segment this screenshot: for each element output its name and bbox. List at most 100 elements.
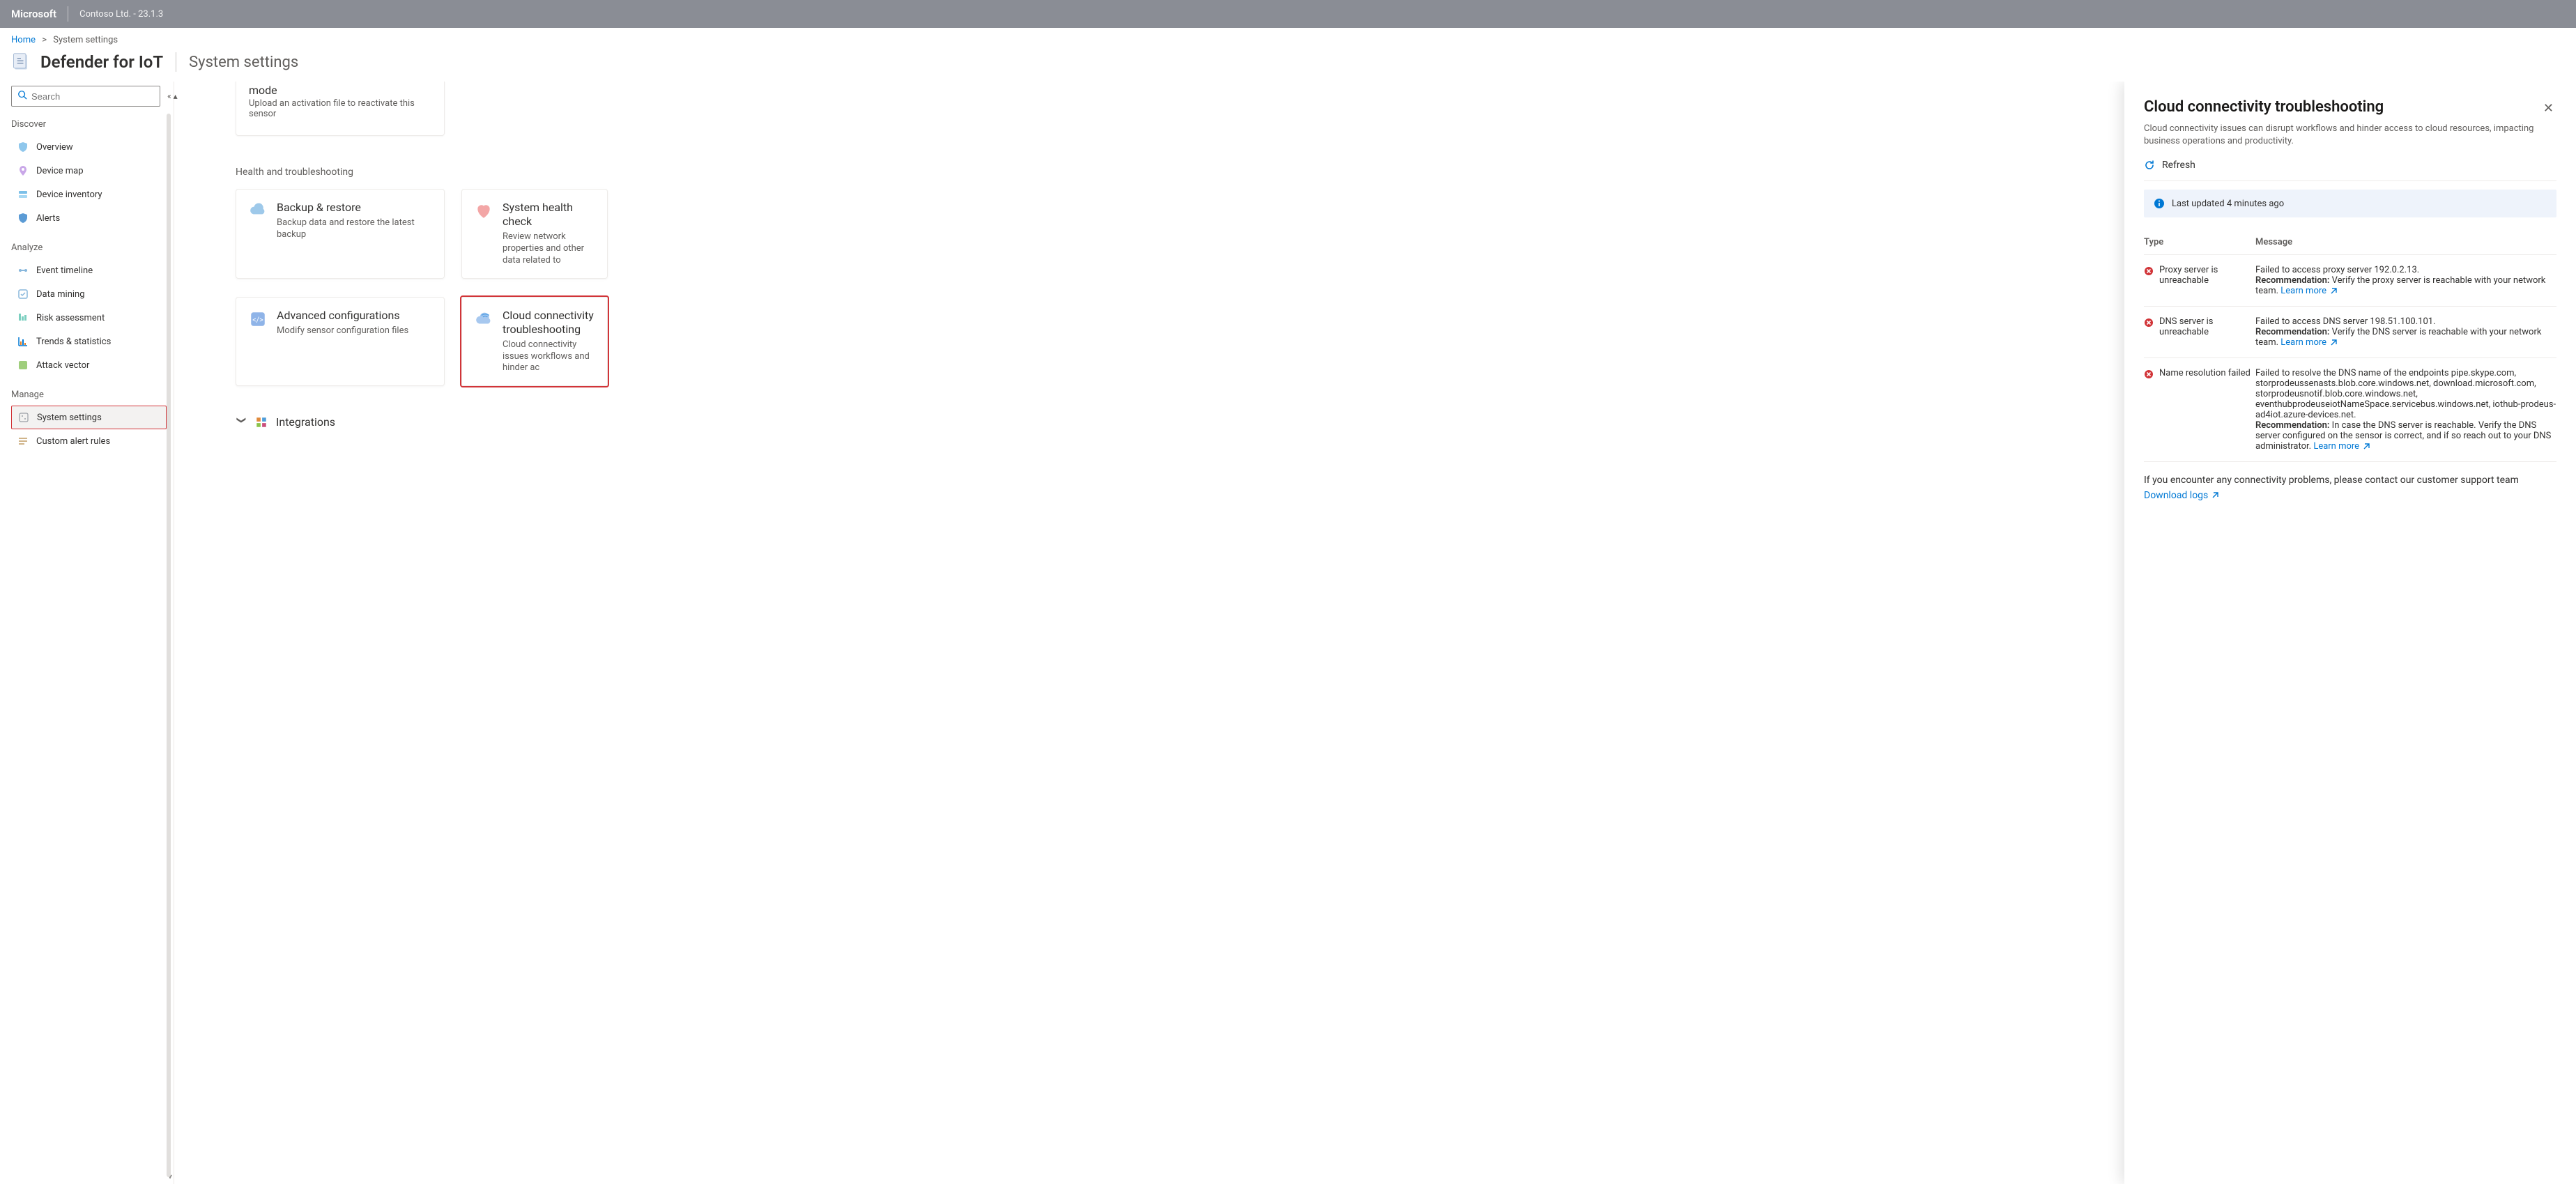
shield-alert-icon: [17, 212, 29, 224]
nav-system-settings[interactable]: System settings: [11, 406, 167, 429]
side-panel: Cloud connectivity troubleshooting ✕ Clo…: [2124, 82, 2576, 1184]
learn-more-link[interactable]: Learn more: [2280, 337, 2338, 348]
info-icon: [2154, 198, 2165, 209]
table-row: Name resolution failed Failed to resolve…: [2144, 358, 2556, 462]
breadcrumb: Home > System settings: [0, 28, 2576, 48]
refresh-label: Refresh: [2162, 160, 2195, 171]
last-updated-banner: Last updated 4 minutes ago: [2144, 190, 2556, 217]
row-type: Name resolution failed: [2159, 368, 2251, 378]
breadcrumb-current: System settings: [53, 35, 118, 45]
row-type: Proxy server is unreachable: [2159, 265, 2255, 286]
card-advanced-configurations[interactable]: </> Advanced configurations Modify senso…: [236, 297, 445, 387]
row-message: Failed to resolve the DNS name of the en…: [2255, 368, 2556, 420]
nav-section-analyze: Analyze: [11, 243, 167, 253]
nav-device-map[interactable]: Device map: [11, 159, 167, 183]
nav-device-inventory[interactable]: Device inventory: [11, 183, 167, 206]
col-type-header: Type: [2144, 237, 2255, 247]
main-content: mode Upload an activation file to reacti…: [174, 82, 2576, 1184]
panel-title: Cloud connectivity troubleshooting: [2144, 98, 2384, 116]
card-title: System health check: [503, 201, 595, 229]
app-title: Defender for IoT: [40, 52, 163, 72]
sidebar-scrollbar[interactable]: [167, 114, 171, 1177]
footer-note: If you encounter any connectivity proble…: [2144, 475, 2556, 486]
nav-section-discover: Discover: [11, 119, 167, 130]
nav-label: Device map: [36, 166, 84, 176]
close-icon: ✕: [2543, 101, 2554, 115]
mining-icon: [17, 288, 29, 300]
integrations-label: Integrations: [276, 415, 335, 429]
subpage-title: System settings: [189, 54, 298, 71]
nav-overview[interactable]: Overview: [11, 135, 167, 159]
nav-risk-assessment[interactable]: Risk assessment: [11, 306, 167, 330]
cloud-wifi-icon: [475, 310, 493, 328]
row-message: Failed to access DNS server 198.51.100.1…: [2255, 316, 2556, 327]
panel-subtitle: Cloud connectivity issues can disrupt wo…: [2144, 123, 2556, 147]
refresh-icon: [2144, 160, 2155, 171]
settings-icon: [17, 411, 30, 424]
card-cloud-connectivity-troubleshooting[interactable]: Cloud connectivity troubleshooting Cloud…: [461, 297, 608, 387]
nav-section-manage: Manage: [11, 390, 167, 400]
nav-event-timeline[interactable]: Event timeline: [11, 259, 167, 282]
shield-icon: [17, 141, 29, 153]
breadcrumb-separator: >: [42, 35, 47, 45]
stats-icon: [17, 335, 29, 348]
last-updated-text: Last updated 4 minutes ago: [2172, 199, 2284, 209]
card-title: mode: [249, 84, 431, 97]
download-logs-link[interactable]: Download logs: [2144, 490, 2219, 501]
table-row: Proxy server is unreachable Failed to ac…: [2144, 255, 2556, 307]
search-box[interactable]: [11, 86, 160, 107]
row-message: Failed to access proxy server 192.0.2.13…: [2255, 265, 2556, 275]
nav-custom-alert-rules[interactable]: Custom alert rules: [11, 429, 167, 453]
refresh-button[interactable]: Refresh: [2144, 160, 2556, 171]
nav-label: System settings: [37, 413, 102, 423]
nav-trends-stats[interactable]: Trends & statistics: [11, 330, 167, 353]
error-icon: [2144, 369, 2154, 379]
nav-label: Risk assessment: [36, 313, 105, 323]
top-bar: Microsoft Contoso Ltd. - 23.1.3: [0, 0, 2576, 28]
rec-label: Recommendation:: [2255, 420, 2329, 431]
nav-attack-vector[interactable]: Attack vector: [11, 353, 167, 377]
attack-icon: [17, 359, 29, 371]
card-title: Backup & restore: [277, 201, 431, 215]
card-desc: Modify sensor configuration files: [277, 325, 408, 337]
nav-alerts[interactable]: Alerts: [11, 206, 167, 230]
card-desc: Review network properties and other data…: [503, 231, 595, 267]
breadcrumb-home[interactable]: Home: [11, 35, 36, 45]
nav-label: Data mining: [36, 289, 85, 300]
col-message-header: Message: [2255, 237, 2556, 247]
svg-text:</>: </>: [252, 315, 263, 324]
error-icon: [2144, 266, 2154, 276]
search-input[interactable]: [31, 91, 154, 102]
defender-iot-icon: [11, 52, 31, 72]
timeline-icon: [17, 264, 29, 277]
integrations-icon: [255, 416, 268, 429]
sidebar: « ▴ Discover Overview Device map Device …: [0, 82, 174, 1184]
rules-icon: [17, 435, 29, 447]
nav-label: Trends & statistics: [36, 337, 111, 347]
brand-label: Microsoft: [11, 8, 56, 20]
nav-label: Attack vector: [36, 360, 89, 371]
card-title: Cloud connectivity troubleshooting: [503, 309, 595, 337]
nav-data-mining[interactable]: Data mining: [11, 282, 167, 306]
nav-label: Custom alert rules: [36, 436, 110, 447]
table-row: DNS server is unreachable Failed to acce…: [2144, 307, 2556, 358]
map-pin-icon: [17, 164, 29, 177]
issues-table: Type Message Proxy server is unreachable…: [2144, 230, 2556, 462]
error-icon: [2144, 318, 2154, 328]
search-icon: [17, 90, 27, 102]
card-desc: Cloud connectivity issues workflows and …: [503, 339, 595, 375]
card-activation-mode[interactable]: mode Upload an activation file to reacti…: [236, 82, 445, 136]
learn-more-link[interactable]: Learn more: [2313, 441, 2370, 452]
card-desc: Upload an activation file to reactivate …: [249, 98, 431, 119]
heartbeat-icon: [475, 202, 493, 220]
row-type: DNS server is unreachable: [2159, 316, 2255, 337]
learn-more-link[interactable]: Learn more: [2280, 286, 2338, 296]
card-backup-restore[interactable]: Backup & restore Backup data and restore…: [236, 189, 445, 279]
nav-label: Overview: [36, 142, 73, 153]
cloud-sync-icon: [249, 202, 267, 220]
card-system-health-check[interactable]: System health check Review network prope…: [461, 189, 608, 279]
nav-label: Event timeline: [36, 266, 93, 276]
risk-icon: [17, 312, 29, 324]
nav-label: Alerts: [36, 213, 60, 224]
panel-close-button[interactable]: ✕: [2540, 98, 2556, 118]
